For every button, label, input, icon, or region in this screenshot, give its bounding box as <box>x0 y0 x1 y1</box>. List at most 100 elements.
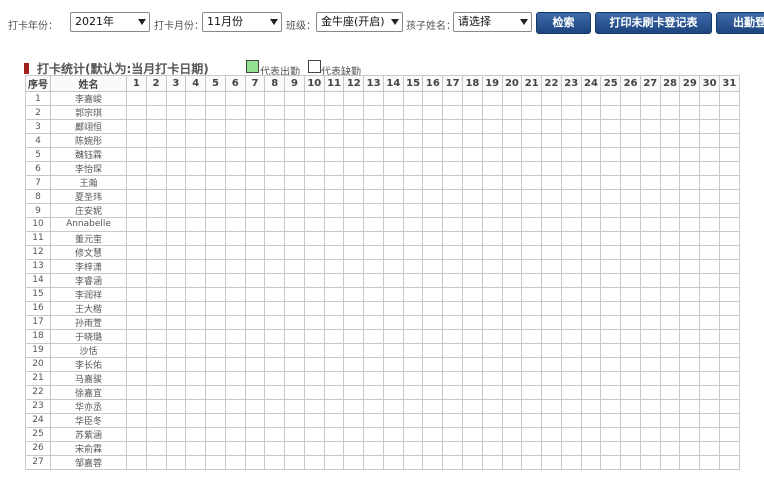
attendance-cell <box>580 119 602 134</box>
attendance-cell <box>185 91 207 106</box>
attendance-cell <box>244 133 266 148</box>
attendance-cell <box>699 412 720 428</box>
attendance-cell <box>679 272 701 288</box>
attendance-cell <box>323 105 345 120</box>
attendance-cell <box>442 189 464 204</box>
year-select[interactable]: 2021年 <box>70 12 150 32</box>
day-header: 17 <box>442 75 464 92</box>
attendance-cell <box>165 300 187 316</box>
attendance-cell <box>620 189 641 204</box>
attendance-cell <box>560 454 582 470</box>
attendance-cell <box>284 258 305 274</box>
class-select[interactable]: 金牛座(开启) <box>316 12 403 32</box>
attendance-cell <box>402 189 424 204</box>
attendance-cell <box>699 440 720 456</box>
day-header: 3 <box>165 75 187 92</box>
attendance-cell <box>323 356 345 372</box>
child-name: 孙雨萱 <box>50 314 127 330</box>
attendance-cell <box>442 91 464 106</box>
attendance-cell <box>165 272 187 288</box>
attendance-cell <box>422 384 444 400</box>
attendance-cell <box>244 105 266 120</box>
attendance-cell <box>165 189 187 204</box>
attendance-cell <box>205 217 226 232</box>
month-select[interactable]: 11月份 <box>202 12 282 32</box>
attendance-cell <box>560 161 582 176</box>
attendance-cell <box>224 286 246 302</box>
attendance-cell <box>284 300 305 316</box>
attendance-cell <box>659 272 681 288</box>
attendance-cell <box>462 161 483 176</box>
attendance-cell <box>422 426 444 442</box>
table-row: 22 徐嘉宜 <box>25 384 740 400</box>
attendance-cell <box>402 105 424 120</box>
attendance-cell <box>462 384 483 400</box>
day-header: 7 <box>244 75 266 92</box>
attendance-cell <box>541 244 562 260</box>
attendance-cell <box>126 230 147 246</box>
attendance-cell <box>659 133 681 148</box>
attendance-cell <box>422 342 444 358</box>
table-row: 12 修文慧 <box>25 244 740 260</box>
attendance-cell <box>679 328 701 344</box>
attendance-cell <box>639 203 661 218</box>
attendance-cell <box>462 454 483 470</box>
attendance-cell <box>501 217 523 232</box>
attendance-cell <box>679 217 701 232</box>
attendance-cell <box>244 189 266 204</box>
attendance-cell <box>481 370 503 386</box>
attendance-cell <box>718 398 740 414</box>
month-select-value: 11月份 <box>207 15 243 28</box>
attendance-cell <box>145 286 167 302</box>
attendance-cell <box>481 300 503 316</box>
search-button[interactable]: 检索 <box>536 12 591 34</box>
attendance-cell <box>205 398 226 414</box>
day-header: 27 <box>639 75 661 92</box>
attendance-cell <box>205 203 226 218</box>
attendance-button[interactable]: 出勤登 <box>716 12 764 34</box>
attendance-cell <box>363 244 384 260</box>
attendance-cell <box>501 105 523 120</box>
attendance-cell <box>284 314 305 330</box>
attendance-cell <box>422 147 444 162</box>
attendance-cell <box>224 398 246 414</box>
attendance-cell <box>382 356 404 372</box>
attendance-cell <box>224 356 246 372</box>
attendance-cell <box>382 300 404 316</box>
attendance-cell <box>363 147 384 162</box>
attendance-cell <box>264 342 286 358</box>
attendance-cell <box>126 161 147 176</box>
attendance-cell <box>600 412 622 428</box>
attendance-cell <box>541 258 562 274</box>
attendance-cell <box>580 314 602 330</box>
attendance-cell <box>620 244 641 260</box>
attendance-cell <box>422 217 444 232</box>
attendance-cell <box>560 105 582 120</box>
attendance-cell <box>224 272 246 288</box>
attendance-cell <box>481 258 503 274</box>
attendance-cell <box>244 203 266 218</box>
child-name: 马嘉骏 <box>50 370 127 386</box>
attendance-cell <box>521 328 543 344</box>
attendance-cell <box>659 370 681 386</box>
attendance-cell <box>323 314 345 330</box>
chevron-down-icon <box>391 19 399 25</box>
attendance-cell <box>481 272 503 288</box>
attendance-cell <box>462 300 483 316</box>
attendance-cell <box>560 203 582 218</box>
attendance-cell <box>699 426 720 442</box>
attendance-cell <box>659 175 681 190</box>
attendance-cell <box>402 300 424 316</box>
print-button[interactable]: 打印未刷卡登记表 <box>595 12 712 34</box>
attendance-cell <box>382 91 404 106</box>
row-index: 5 <box>25 147 51 162</box>
child-select[interactable]: 请选择 <box>453 12 532 32</box>
child-name: 邹嘉蓉 <box>50 454 127 470</box>
attendance-cell <box>639 426 661 442</box>
attendance-cell <box>363 105 384 120</box>
attendance-cell <box>600 398 622 414</box>
attendance-cell <box>639 258 661 274</box>
attendance-cell <box>718 161 740 176</box>
attendance-cell <box>323 342 345 358</box>
attendance-cell <box>462 314 483 330</box>
